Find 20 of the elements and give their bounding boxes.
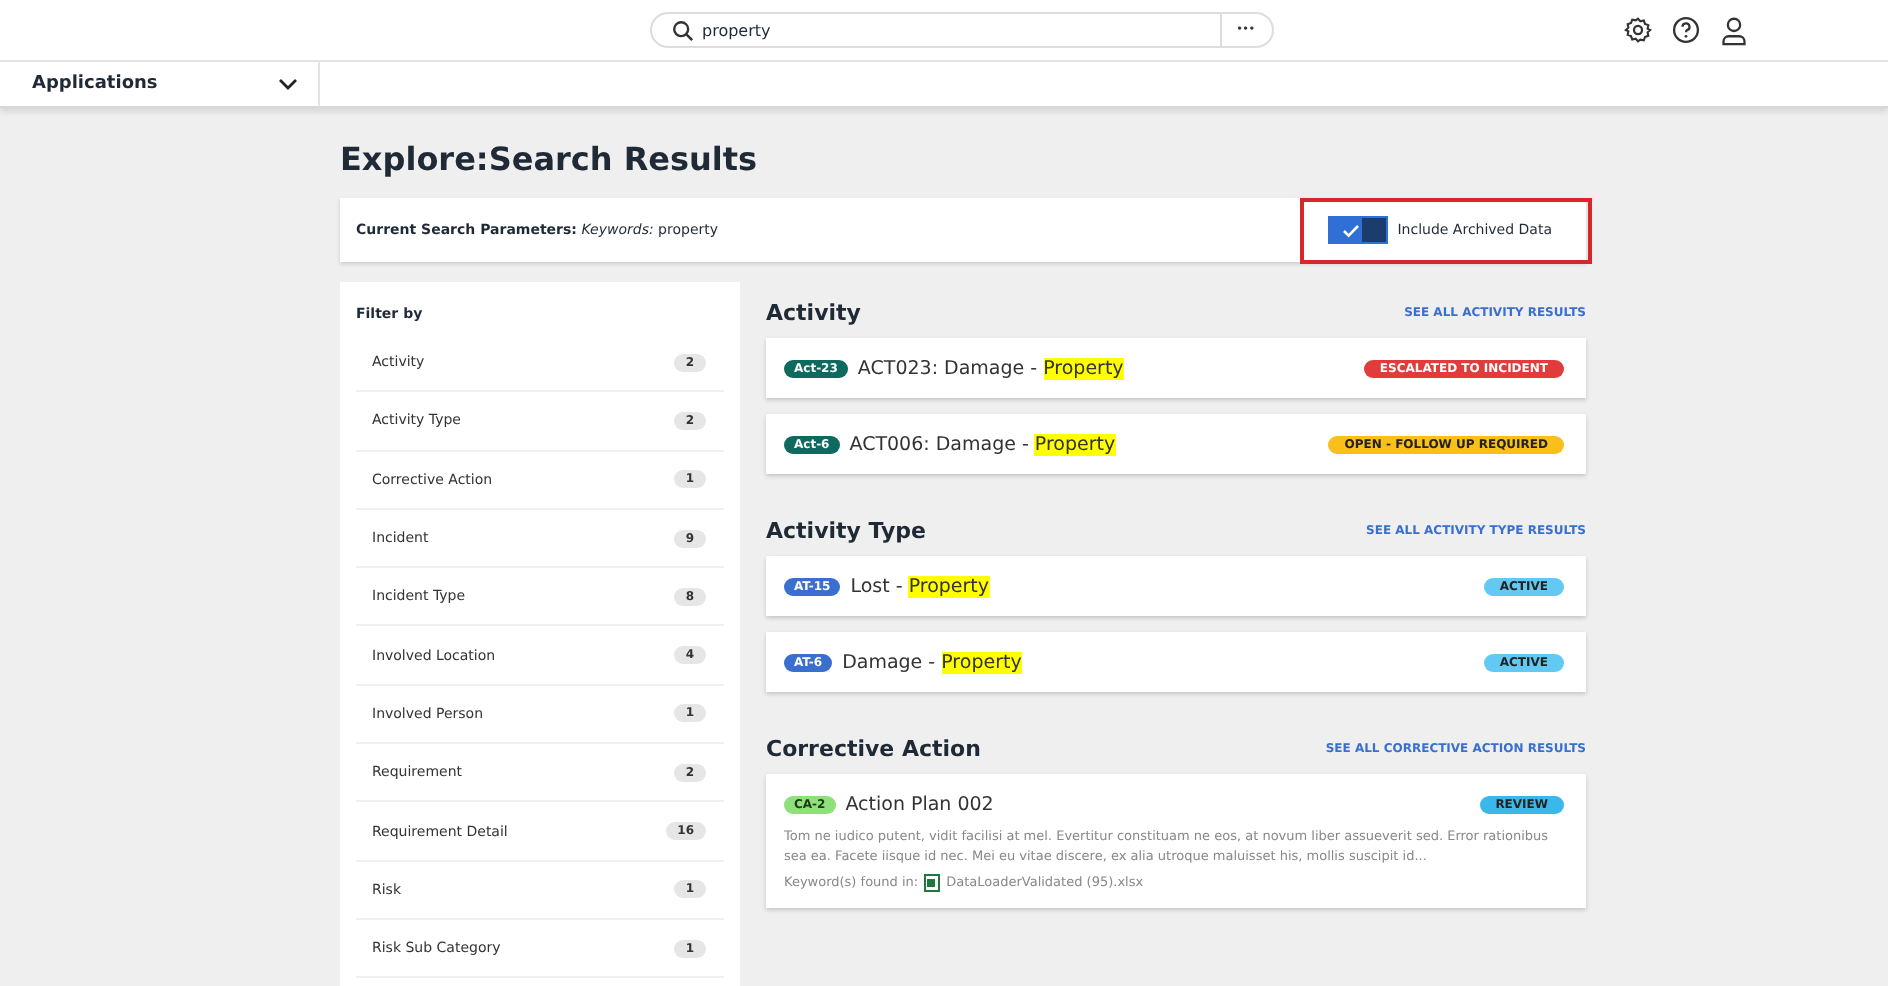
result-title: Lost - Property: [850, 575, 992, 597]
help-icon[interactable]: [1672, 16, 1700, 44]
section-title: Activity Type: [766, 518, 926, 544]
chevron-down-icon: [278, 78, 298, 90]
settings-icon[interactable]: [1624, 16, 1652, 44]
result-title: ACT023: Damage - Property: [857, 357, 1126, 379]
spreadsheet-icon: [924, 873, 941, 892]
search-icon: [672, 19, 694, 41]
section-title: Corrective Action: [766, 736, 981, 762]
result-title: ACT006: Damage - Property: [849, 433, 1118, 455]
search-value: property: [702, 21, 773, 39]
result-title: Damage - Property: [842, 651, 1024, 673]
result-title: Action Plan 002: [845, 793, 996, 815]
checkmark-icon: [1341, 223, 1360, 237]
section-title: Activity: [766, 300, 861, 326]
toggle-switch[interactable]: [1327, 216, 1388, 244]
result-card[interactable]: [766, 774, 1586, 908]
applications-menu[interactable]: Applications: [0, 62, 320, 106]
page-title: Explore:Search Results: [340, 140, 760, 178]
user-icon[interactable]: [1720, 15, 1748, 45]
